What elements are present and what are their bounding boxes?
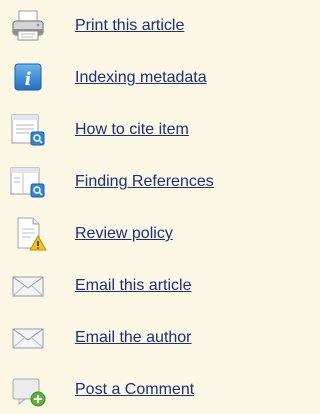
email-author-link[interactable]: Email the author — [75, 329, 192, 347]
tool-item-print[interactable]: Print this article — [0, 4, 251, 48]
post-comment-link[interactable]: Post a Comment — [75, 381, 194, 399]
tool-item-cite[interactable]: How to cite item — [0, 108, 251, 152]
tool-item-finding-references[interactable]: Finding References — [0, 160, 251, 204]
printer-icon[interactable] — [9, 9, 47, 43]
finding-references-link[interactable]: Finding References — [75, 173, 214, 191]
cite-item-link[interactable]: How to cite item — [75, 121, 189, 139]
email-article-link[interactable]: Email this article — [75, 277, 191, 295]
indexing-metadata-link[interactable]: Indexing metadata — [75, 69, 207, 87]
warning-document-icon[interactable] — [9, 217, 47, 251]
reading-tools-list: Print this article i Indexing metadata H… — [0, 0, 251, 414]
find-references-icon[interactable] — [9, 165, 47, 199]
envelope-icon[interactable] — [9, 269, 47, 303]
svg-text:i: i — [25, 69, 32, 90]
tool-item-indexing-metadata[interactable]: i Indexing metadata — [0, 56, 251, 100]
print-article-link[interactable]: Print this article — [75, 17, 184, 35]
review-policy-link[interactable]: Review policy — [75, 225, 173, 243]
tool-item-email-article[interactable]: Email this article — [0, 264, 251, 308]
cite-document-icon[interactable] — [9, 113, 47, 147]
info-icon[interactable]: i — [9, 61, 47, 95]
add-comment-icon[interactable] — [9, 373, 47, 407]
tool-item-post-comment[interactable]: Post a Comment — [0, 368, 251, 412]
envelope-icon[interactable] — [9, 321, 47, 355]
tool-item-email-author[interactable]: Email the author — [0, 316, 251, 360]
tool-item-review-policy[interactable]: Review policy — [0, 212, 251, 256]
